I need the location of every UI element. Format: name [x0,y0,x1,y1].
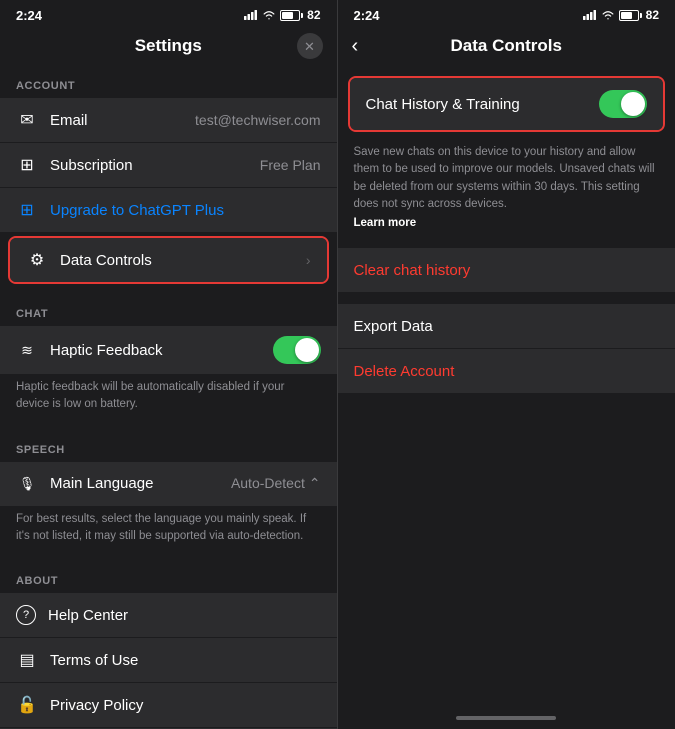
wifi-icon [262,9,276,21]
help-icon: ? [16,605,36,625]
battery-pct-left: 82 [307,8,320,22]
email-value: test@techwiser.com [195,112,320,128]
chat-section-label: CHAT [0,294,337,326]
battery-icon-left [280,10,303,21]
about-section-label: ABOUT [0,561,337,593]
chat-history-row[interactable]: Chat History & Training [350,78,664,130]
status-icons-left: 82 [244,8,320,22]
help-center-label: Help Center [48,607,321,624]
haptic-row[interactable]: ≋ Haptic Feedback [0,326,337,374]
upgrade-label: Upgrade to ChatGPT Plus [50,202,224,219]
settings-scroll[interactable]: ACCOUNT ✉ Email test@techwiser.com ⊞ Sub… [0,66,337,729]
haptic-subtext: Haptic feedback will be automatically di… [0,375,337,422]
export-data-label: Export Data [354,318,433,335]
delete-account-row[interactable]: Delete Account [338,349,675,393]
haptic-toggle[interactable] [273,336,321,364]
chat-history-label: Chat History & Training [366,96,520,113]
home-indicator [338,707,675,729]
data-controls-panel: 2:24 82 ‹ Data Controls [338,0,675,729]
subscription-icon: ⊞ [16,155,38,175]
battery-pct-right: 82 [646,8,659,22]
language-label: Main Language [50,475,219,492]
signal-icon-right [583,10,597,20]
settings-header: Settings ✕ [0,28,337,66]
subscription-label: Subscription [50,157,248,174]
privacy-icon: 🔓 [16,695,38,715]
data-controls-title: Data Controls [451,36,562,56]
subscription-value: Free Plan [260,157,321,173]
privacy-row[interactable]: 🔓 Privacy Policy [0,683,337,727]
language-row[interactable]: 🎙 Main Language Auto-Detect ⌃ [0,462,337,506]
data-controls-header: ‹ Data Controls [338,28,675,66]
delete-account-label: Delete Account [354,363,455,380]
export-data-row[interactable]: Export Data [338,304,675,348]
clear-chat-row[interactable]: Clear chat history [338,248,675,292]
chat-history-toggle-knob [621,92,645,116]
language-icon: 🎙 [16,476,38,492]
data-controls-row[interactable]: ⚙ Data Controls › [10,238,327,282]
chat-history-description: Save new chats on this device to your hi… [338,136,675,236]
toggle-knob [295,338,319,362]
subscription-row[interactable]: ⊞ Subscription Free Plan [0,143,337,187]
clear-chat-label: Clear chat history [354,262,471,279]
status-bar-left: 2:24 82 [0,0,337,28]
terms-row[interactable]: ▤ Terms of Use [0,638,337,682]
language-value: Auto-Detect ⌃ [231,475,321,492]
chat-history-highlight: Chat History & Training [348,76,666,132]
email-row[interactable]: ✉ Email test@techwiser.com [0,98,337,142]
settings-panel: 2:24 82 Settings ✕ [0,0,338,729]
time-right: 2:24 [354,8,380,23]
data-controls-chevron: › [306,252,311,268]
home-indicator-bar [456,716,556,720]
close-button[interactable]: ✕ [297,33,323,59]
data-controls-icon: ⚙ [26,250,48,270]
data-controls-highlight: ⚙ Data Controls › [8,236,329,284]
account-section-label: ACCOUNT [0,66,337,98]
time-left: 2:24 [16,8,42,23]
haptic-label: Haptic Feedback [50,342,261,359]
speech-subtext: For best results, select the language yo… [0,507,337,554]
upgrade-row[interactable]: ⊞ Upgrade to ChatGPT Plus [0,188,337,232]
upgrade-icon: ⊞ [16,200,38,220]
help-center-row[interactable]: ? Help Center [0,593,337,637]
status-icons-right: 82 [583,8,659,22]
chat-history-toggle[interactable] [599,90,647,118]
wifi-icon-right [601,9,615,21]
speech-section-label: SPEECH [0,430,337,462]
privacy-label: Privacy Policy [50,697,321,714]
battery-icon-right [619,10,642,21]
status-bar-right: 2:24 82 [338,0,675,28]
terms-icon: ▤ [16,650,38,670]
data-controls-scroll[interactable]: Chat History & Training Save new chats o… [338,66,675,707]
email-icon: ✉ [16,110,38,130]
email-label: Email [50,112,183,129]
back-button[interactable]: ‹ [352,36,359,56]
signal-icon [244,10,258,20]
data-controls-label: Data Controls [60,252,290,269]
terms-label: Terms of Use [50,652,321,669]
learn-more-link[interactable]: Learn more [354,215,660,232]
haptic-icon: ≋ [16,342,38,359]
settings-title: Settings [135,36,202,56]
